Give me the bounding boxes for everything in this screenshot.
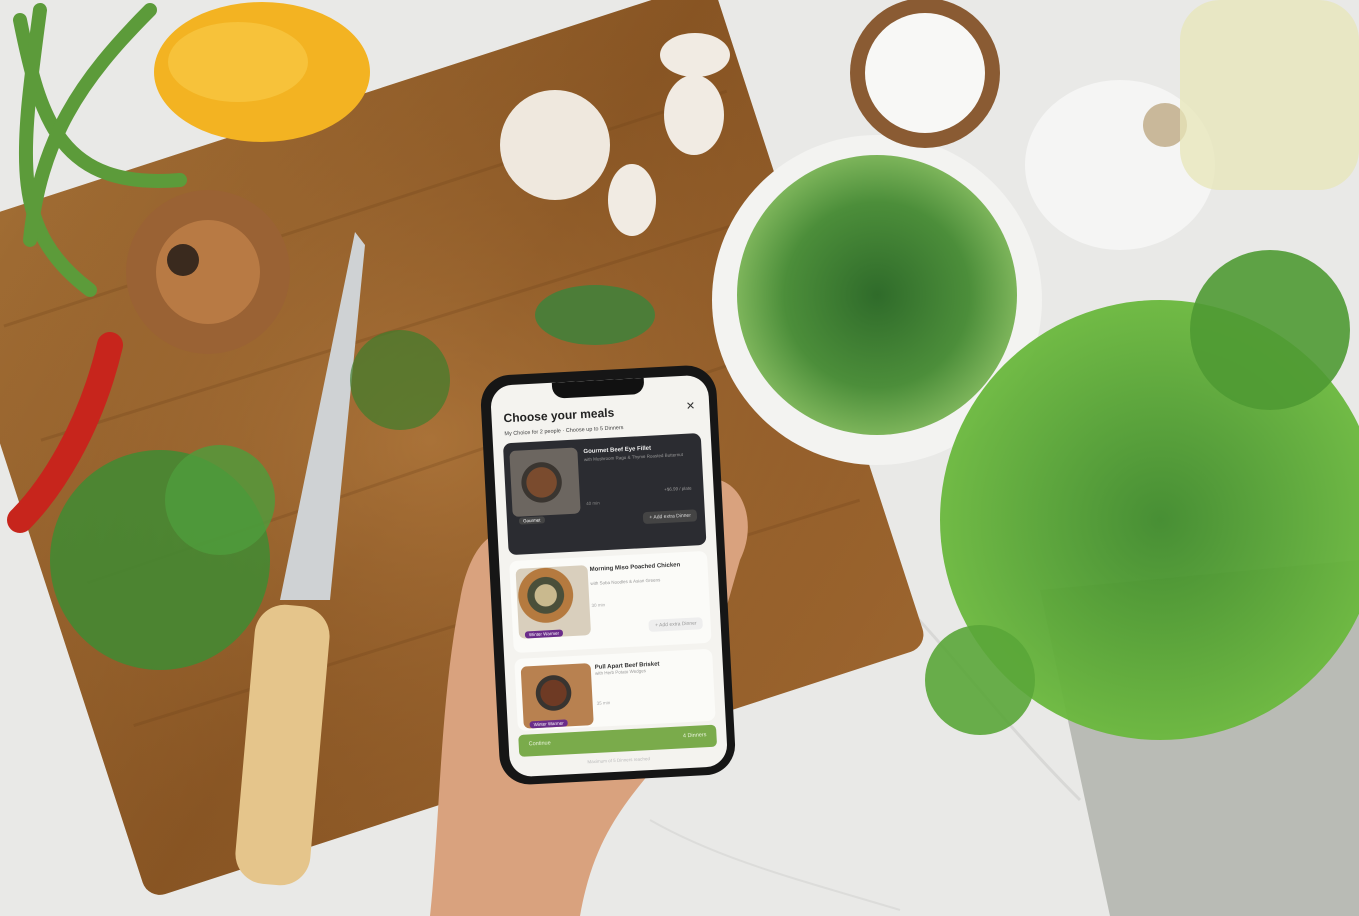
- add-extra-dinner-button[interactable]: + Add extra Dinner: [643, 509, 698, 525]
- meal-badge: Winter Warmer: [529, 719, 568, 729]
- phone-notch: [551, 377, 645, 399]
- meal-badge: Winter Warmer: [524, 629, 564, 639]
- page-title: Choose your meals: [503, 405, 615, 426]
- add-extra-dinner-button[interactable]: + Add extra Dinner: [648, 617, 703, 632]
- meal-image: [509, 447, 581, 517]
- meal-price: +$6.99 / plate: [664, 485, 692, 492]
- meal-card[interactable]: Winter Warmer Pull Apart Beef Brisket wi…: [514, 648, 716, 731]
- meal-badge: Gourmet: [518, 516, 545, 525]
- phone-screen: Choose your meals ✕ My Choice for 2 peop…: [489, 374, 729, 778]
- meal-description: with Soba Noodles & Asian Greens: [590, 577, 661, 586]
- continue-button[interactable]: Continue 4 Dinners: [518, 724, 718, 757]
- meal-time: 30 min: [591, 602, 606, 608]
- meal-time: 40 min: [586, 500, 600, 507]
- meal-image: [520, 663, 594, 729]
- dinner-count: 4 Dinners: [682, 732, 707, 740]
- meal-plan-subtitle: My Choice for 2 people · Choose up to 5 …: [504, 425, 624, 438]
- meal-name: Morning Miso Poached Chicken: [589, 562, 681, 573]
- meal-image: [515, 565, 592, 639]
- meal-time: 35 min: [596, 700, 611, 706]
- meal-card[interactable]: Gourmet Gourmet Beef Eye Fillet with Mus…: [502, 433, 707, 556]
- close-icon[interactable]: ✕: [686, 399, 696, 412]
- meal-card[interactable]: Winter Warmer Morning Miso Poached Chick…: [509, 550, 712, 654]
- continue-label: Continue: [528, 740, 551, 748]
